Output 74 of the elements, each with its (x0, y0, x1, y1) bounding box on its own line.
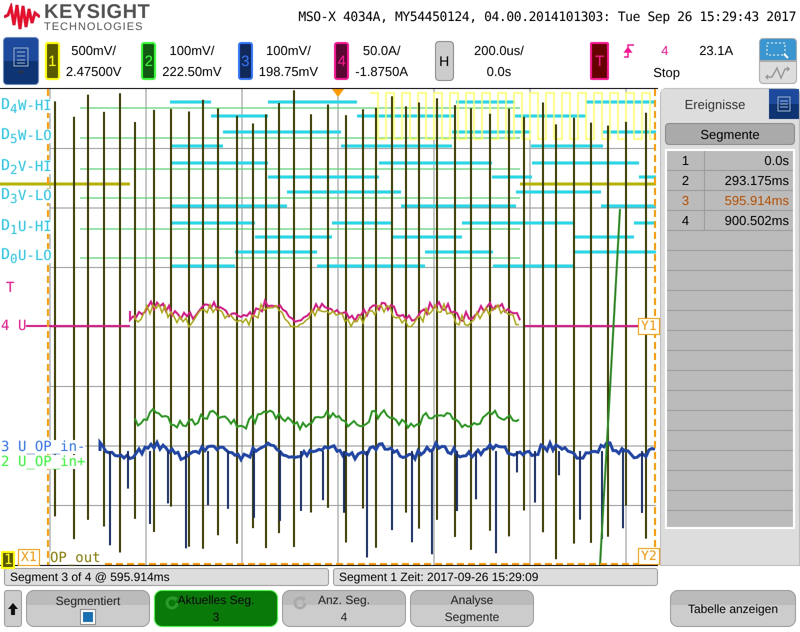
channel-scale: 50.0A/ (362, 44, 400, 57)
digital-channel-label: D$_{0}$ (1, 247, 18, 266)
digital-channel-label: D$_{4}$ (1, 97, 18, 116)
channel-offset: 222.50mV (162, 65, 222, 78)
channel-scale: 500mV/ (71, 44, 116, 57)
up-arrow-icon (8, 602, 18, 614)
channel-offset: 2.47500V (66, 65, 122, 78)
table-cell-text: 900.502ms (724, 212, 790, 230)
zoom-select-button[interactable] (759, 38, 797, 61)
digital-channel-label: D$_{1}$ (1, 218, 18, 236)
cursor-marker: X1 (18, 549, 40, 566)
logo-icon (4, 3, 40, 31)
menu-button[interactable] (3, 37, 39, 85)
channel-scale: 100mV/ (170, 44, 214, 57)
channel-key[interactable]: 4 (334, 42, 350, 80)
channel-marker: 4 (1, 319, 10, 333)
channel-marker: 2 (1, 455, 10, 469)
trigger-source: 4 (661, 44, 670, 57)
signal-name: V-LO (18, 189, 52, 203)
channel-marker: 3 (1, 440, 10, 454)
selection-box-icon (765, 40, 792, 58)
trigger-level: 23.1A (699, 44, 734, 57)
digital-channel-label: D$_{3}$ (1, 187, 18, 206)
signal-name: U (18, 319, 26, 333)
brand-tagline: TECHNOLOGIES (44, 22, 144, 32)
run-status: Stop (652, 66, 681, 78)
channel-key[interactable]: 1 (44, 42, 60, 80)
signal-name: U-LO (18, 249, 52, 263)
table-cell: 4 (667, 211, 705, 230)
softkey[interactable]: Analyse Segmente (410, 590, 534, 627)
up-arrow-button[interactable] (4, 590, 22, 627)
waveform-icon (765, 64, 792, 80)
table-cell-text: 293.175ms (724, 172, 790, 190)
channel-scale: 100mV/ (266, 44, 311, 57)
horizontal-key[interactable]: H (434, 41, 454, 81)
table-cell-text: 0.0s (763, 152, 790, 170)
signal-name: OP_out (50, 551, 101, 565)
signal-name: W-LO (18, 129, 52, 143)
table-cell-text: 595.914ms (724, 192, 790, 210)
cursor-marker: Y1 (638, 318, 660, 335)
cursor-marker: Y2 (638, 548, 660, 565)
checkbox[interactable] (81, 610, 95, 624)
rising-edge-icon (623, 44, 636, 58)
table-header: Segmente (665, 123, 795, 145)
brand-name: KEYSIGHT (44, 2, 150, 22)
show-table-button[interactable]: Tabelle anzeigen (670, 590, 796, 627)
trigger-key[interactable]: T (590, 42, 610, 80)
instrument-title: MSO-X 4034A, MY54450124, 04.00.2014101303: Tue Sep 26 15:29:43 2017 (298, 10, 796, 24)
knob-icon (291, 594, 309, 612)
menu-icon (12, 46, 30, 76)
channel-key[interactable]: 2 (141, 42, 156, 80)
table-cell: 3 (667, 191, 705, 210)
signal-name: U_OP_in+ (18, 455, 86, 469)
time-delay: 0.0s (486, 65, 512, 78)
table-cell: 2 (667, 171, 705, 190)
time-scale: 200.0us/ (474, 44, 524, 57)
signal-name: U-HI (18, 220, 52, 234)
softkey[interactable]: Aktuelles Seg. 3 (154, 590, 278, 627)
menu-icon (777, 96, 791, 112)
digital-channel-label: D$_{2}$ (1, 158, 18, 176)
channel-offset: -1.8750A (355, 65, 408, 78)
channel-marker: 1 (1, 551, 16, 569)
signal-name: U_OP_in- (18, 440, 86, 454)
table-cell: 1 (667, 151, 705, 170)
panel-menu-button[interactable] (769, 89, 799, 119)
signal-name: W-HI (18, 99, 52, 113)
digital-channel-label: D$_{5}$ (1, 127, 18, 146)
status-text: Segment 1 Zeit: 2017-09-26 15:29:09 (333, 568, 658, 586)
channel-offset: 198.75mV (258, 65, 318, 78)
softkey[interactable]: Anz. Seg. 4 (282, 590, 406, 627)
trigger-marker: T (6, 281, 14, 295)
status-text: Segment 3 of 4 @ 595.914ms (4, 568, 329, 586)
softkey[interactable]: Segmentiert (26, 590, 150, 627)
signal-name: V-HI (18, 160, 52, 174)
